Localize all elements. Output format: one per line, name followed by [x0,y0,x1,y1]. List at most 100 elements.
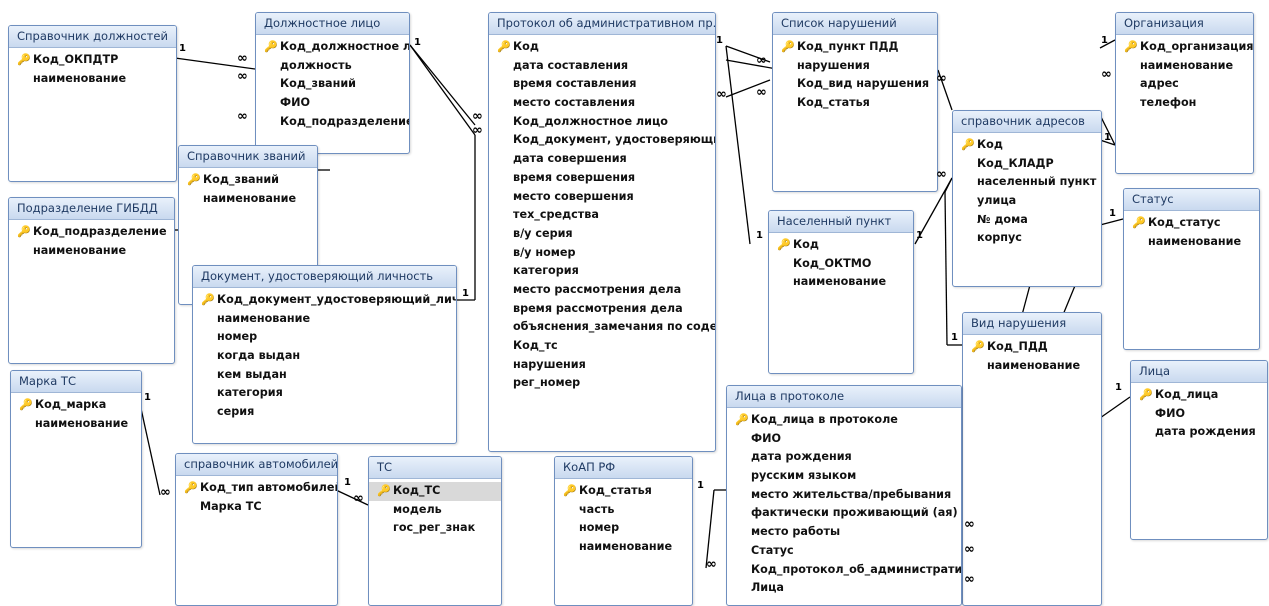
table-title[interactable]: ТС [369,457,501,479]
table-status[interactable]: Статус 🔑 Код_статус наименование [1123,188,1260,350]
field-row-pk[interactable]: 🔑 Код_ТС [369,482,501,501]
field-row-pk[interactable]: 🔑 Код [769,236,913,255]
field-row[interactable]: дата рождения [727,448,961,467]
table-spravochnik-adresov[interactable]: справочник адресов 🔑 Код Код_КЛАДР населе… [952,110,1102,287]
field-row[interactable]: Код_вид нарушения [773,75,937,94]
field-row[interactable]: телефон [1116,94,1253,113]
table-title[interactable]: Населенный пункт [769,211,913,233]
field-row[interactable]: Код_статья [773,94,937,113]
field-row-pk[interactable]: 🔑 Код_статья [555,482,692,501]
field-row-pk[interactable]: 🔑 Код_ОКПДТР [9,51,176,70]
field-row[interactable]: ФИО [1131,405,1267,424]
field-row[interactable]: кем выдан [193,366,456,385]
field-row-pk[interactable]: 🔑 Код_должностное ли [256,38,409,57]
table-koap-rf[interactable]: КоАП РФ 🔑 Код_статья часть номер наименов… [554,456,693,606]
table-title[interactable]: справочник автомобилей [176,454,337,476]
field-row-pk[interactable]: 🔑 Код_тип автомобилей [176,479,337,498]
field-row[interactable]: дата совершения [489,150,715,169]
table-title[interactable]: Марка ТС [11,371,141,393]
table-podrazdelenie-gibdd[interactable]: Подразделение ГИБДД 🔑 Код_подразделение н… [8,197,175,364]
field-row[interactable]: адрес [1116,75,1253,94]
field-row[interactable]: Лица [727,579,961,598]
field-row[interactable]: рег_номер [489,374,715,393]
table-title[interactable]: Справочник званий [179,146,317,168]
field-row-pk[interactable]: 🔑 Код [953,136,1101,155]
field-row[interactable]: наименование [11,415,141,434]
table-title[interactable]: Справочник должностей [9,26,176,48]
field-row[interactable]: русским языком [727,467,961,486]
field-row[interactable]: время рассмотрения дела [489,300,715,319]
field-row[interactable]: Код_званий [256,75,409,94]
table-title[interactable]: КоАП РФ [555,457,692,479]
field-row-pk[interactable]: 🔑 Код_подразделение [9,223,174,242]
table-litsa-v-protokole[interactable]: Лица в протоколе 🔑 Код_лица в протоколе Ф… [726,385,962,606]
field-row-pk[interactable]: 🔑 Код_статус [1124,214,1259,233]
table-litsa[interactable]: Лица 🔑 Код_лица ФИО дата рождения [1130,360,1268,540]
field-row[interactable]: Код_должностное лицо [489,113,715,132]
table-spisok-narusheniy[interactable]: Список нарушений 🔑 Код_пункт ПДД нарушени… [772,12,938,192]
field-row[interactable]: дата составления [489,57,715,76]
table-title[interactable]: Должностное лицо [256,13,409,35]
field-row[interactable]: время совершения [489,169,715,188]
table-title[interactable]: Подразделение ГИБДД [9,198,174,220]
table-title[interactable]: Лица в протоколе [727,386,961,408]
field-row-pk[interactable]: 🔑 Код_лица [1131,386,1267,405]
field-row[interactable]: Код_тс [489,337,715,356]
field-row-pk[interactable]: 🔑 Код_ПДД [963,338,1101,357]
table-dokument[interactable]: Документ, удостоверяющий личность 🔑 Код_д… [192,265,457,444]
field-row[interactable]: место работы [727,523,961,542]
table-title[interactable]: справочник адресов [953,111,1101,133]
table-title[interactable]: Протокол об административном пр... [489,13,715,35]
field-row[interactable]: наименование [1124,233,1259,252]
field-row[interactable]: место совершения [489,188,715,207]
field-row[interactable]: часть [555,501,692,520]
table-title[interactable]: Организация [1116,13,1253,35]
field-row-pk[interactable]: 🔑 Код_организация [1116,38,1253,57]
field-row[interactable]: место жительства/пребывания [727,486,961,505]
table-ts[interactable]: ТС 🔑 Код_ТС модель гос_рег_знак [368,456,502,606]
field-row[interactable]: номер [193,328,456,347]
field-row[interactable]: Код_документ, удостоверяющий ли [489,131,715,150]
table-title[interactable]: Документ, удостоверяющий личность [193,266,456,288]
field-row[interactable]: наименование [193,310,456,329]
field-row[interactable]: населенный пункт [953,173,1101,192]
field-row[interactable]: место составления [489,94,715,113]
field-row[interactable]: № дома [953,211,1101,230]
field-row-pk[interactable]: 🔑 Код_званий [179,171,317,190]
field-row[interactable]: фактически проживающий (ая) [727,504,961,523]
field-row[interactable]: Код_подразделение [256,113,409,132]
field-row[interactable]: объяснения_замечания по содерж [489,318,715,337]
field-row[interactable]: серия [193,403,456,422]
field-row-pk[interactable]: 🔑Код_документ_удостоверяющий_личность [193,291,456,310]
table-sprav-dolzhnostey[interactable]: Справочник должностей 🔑 Код_ОКПДТР наимен… [8,25,177,182]
field-row[interactable]: улица [953,192,1101,211]
field-row[interactable]: Код_протокол_об_административном [727,561,961,580]
field-row[interactable]: номер [555,519,692,538]
field-row[interactable]: когда выдан [193,347,456,366]
field-row[interactable]: наименование [179,190,317,209]
field-row[interactable]: наименование [963,357,1101,376]
table-title[interactable]: Список нарушений [773,13,937,35]
table-marka-ts[interactable]: Марка ТС 🔑 Код_марка наименование [10,370,142,548]
field-row[interactable]: гос_рег_знак [369,519,501,538]
field-row[interactable]: Код_ОКТМО [769,255,913,274]
field-row[interactable]: Статус [727,542,961,561]
field-row[interactable]: наименование [9,70,176,89]
table-organizatsiya[interactable]: Организация 🔑 Код_организация наименовани… [1115,12,1254,174]
field-row-pk[interactable]: 🔑 Код_пункт ПДД [773,38,937,57]
field-row[interactable]: нарушения [489,356,715,375]
table-title[interactable]: Лица [1131,361,1267,383]
field-row[interactable]: время составления [489,75,715,94]
table-title[interactable]: Вид нарушения [963,313,1101,335]
table-vid-narusheniya[interactable]: Вид нарушения 🔑 Код_ПДД наименование [962,312,1102,606]
field-row[interactable]: категория [489,262,715,281]
table-title[interactable]: Статус [1124,189,1259,211]
table-protokol[interactable]: Протокол об административном пр... 🔑 Код … [488,12,716,452]
field-row[interactable]: ФИО [727,430,961,449]
field-row[interactable]: наименование [555,538,692,557]
field-row[interactable]: место рассмотрения дела [489,281,715,300]
field-row-pk[interactable]: 🔑 Код [489,38,715,57]
field-row-pk[interactable]: 🔑 Код_лица в протоколе [727,411,961,430]
field-row[interactable]: модель [369,501,501,520]
field-row[interactable]: Код_КЛАДР [953,155,1101,174]
